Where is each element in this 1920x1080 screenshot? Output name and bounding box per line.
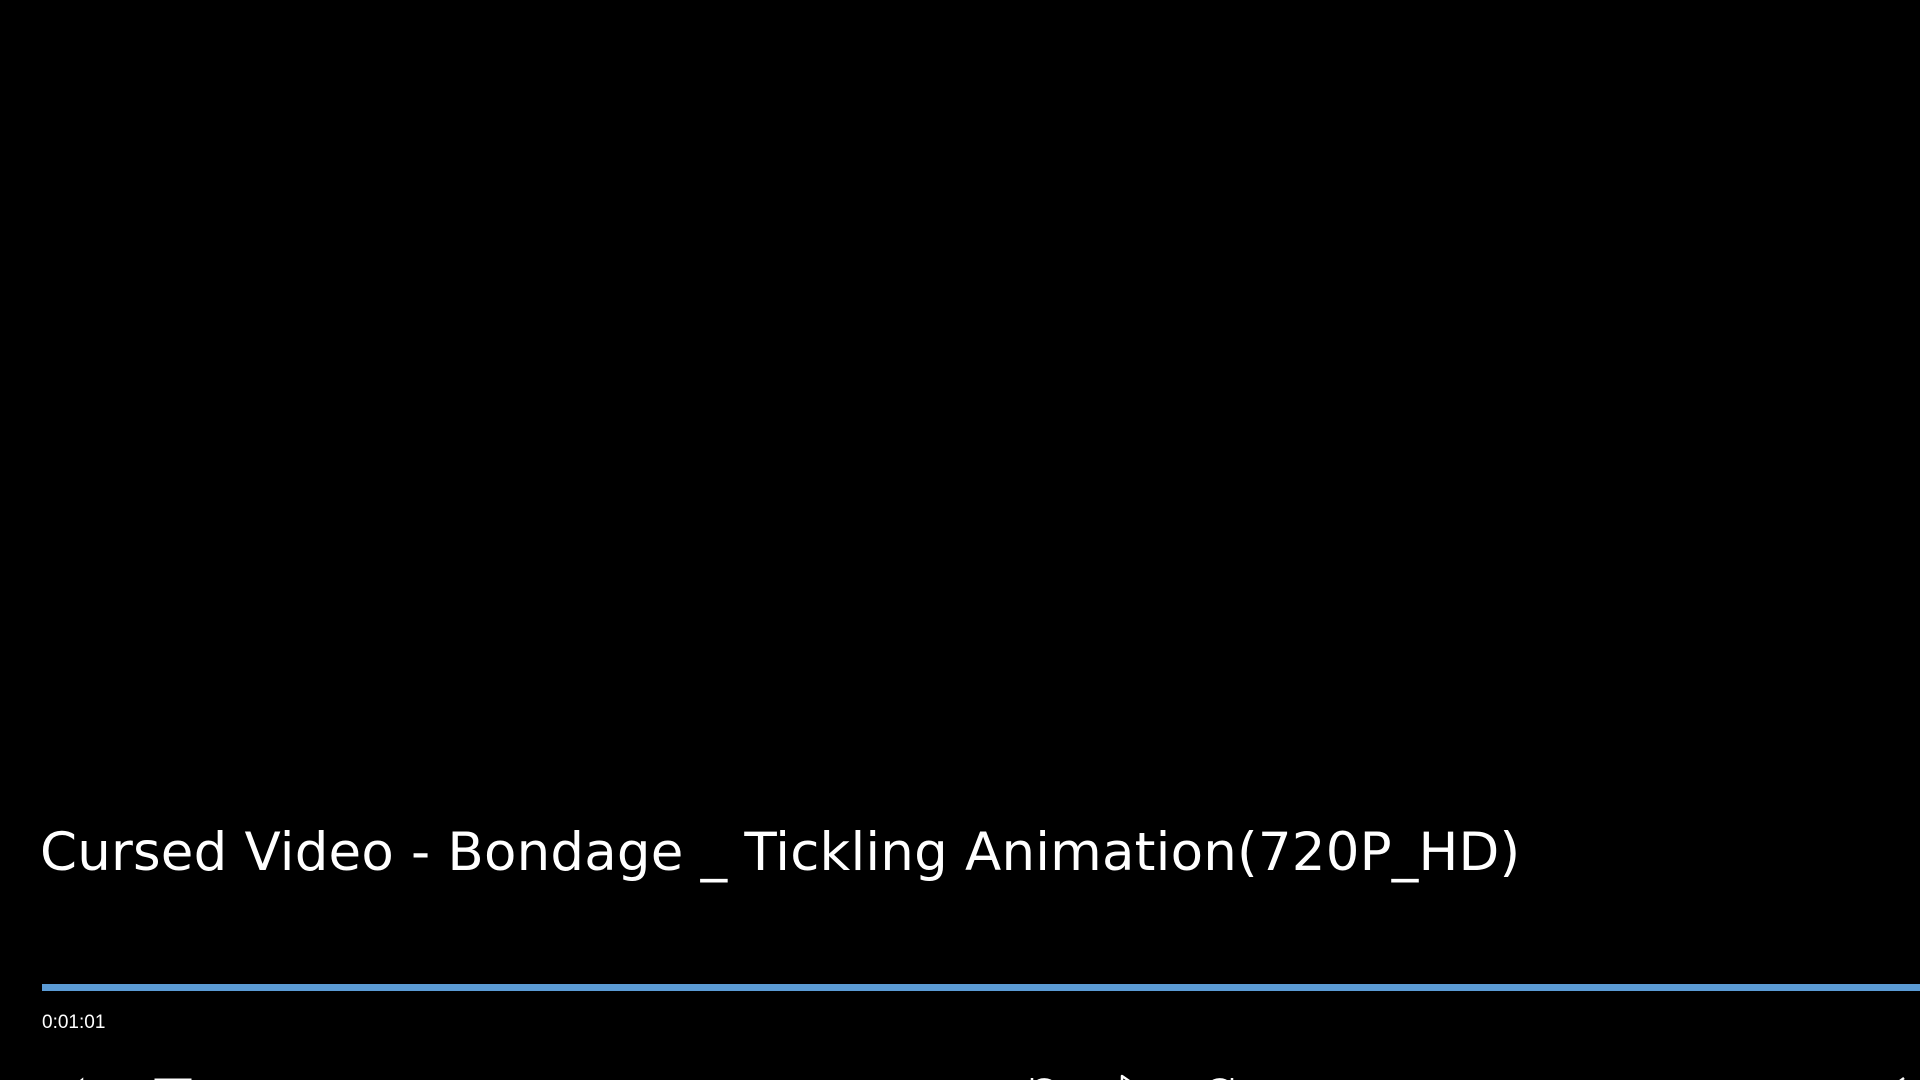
elapsed-time: 0:01:01 <box>42 1012 106 1033</box>
fullscreen-button[interactable] <box>1872 1070 1920 1080</box>
play-icon <box>1120 1074 1130 1080</box>
volume-button[interactable] <box>58 1070 106 1080</box>
play-button[interactable] <box>1110 1070 1158 1080</box>
seek-bar-progress <box>42 984 1920 991</box>
video-title: Cursed Video - Bondage _ Tickling Animat… <box>40 822 1521 883</box>
skip-forward-button[interactable] <box>1196 1070 1244 1080</box>
subtitles-button[interactable] <box>152 1070 200 1080</box>
video-player: Cursed Video - Bondage _ Tickling Animat… <box>0 0 1920 1080</box>
volume-icon <box>79 1077 84 1080</box>
seek-bar[interactable] <box>42 984 1920 991</box>
control-bar <box>0 1060 1920 1080</box>
skip-back-button[interactable] <box>1020 1070 1068 1080</box>
skip-back-icon <box>1030 1078 1052 1080</box>
fullscreen-icon <box>1899 1076 1905 1080</box>
subtitles-icon <box>154 1078 192 1080</box>
video-surface[interactable] <box>0 0 1920 1080</box>
skip-forward-icon <box>1212 1078 1234 1080</box>
